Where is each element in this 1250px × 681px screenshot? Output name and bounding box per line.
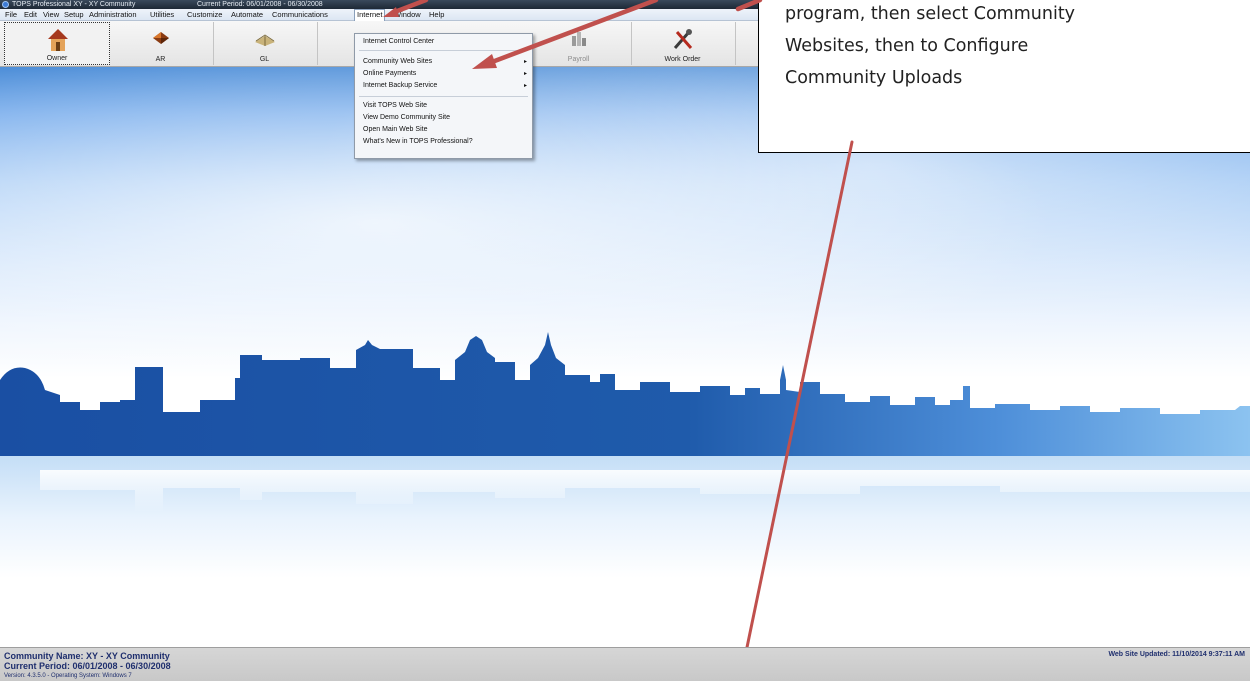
submenu-arrow-icon: ▸	[523, 83, 527, 89]
menu-help[interactable]: Help	[427, 9, 446, 21]
menu-separator	[359, 96, 528, 97]
menu-separator	[359, 50, 528, 51]
toolbar-gl-label: GL	[259, 56, 270, 63]
menu-administration[interactable]: Administration	[87, 9, 139, 21]
status-bar: Community Name: XY - XY Community Curren…	[0, 647, 1250, 681]
menu-setup[interactable]: Setup	[62, 9, 86, 21]
title-current-period: Current Period: 06/01/2008 - 06/30/2008	[197, 1, 323, 8]
menu-window[interactable]: Window	[392, 9, 423, 21]
status-version: Version: 4.3.5.0 - Operating System: Win…	[4, 673, 132, 679]
menu-item-online-payments[interactable]: Online Payments	[363, 70, 416, 77]
ar-diamond-icon	[153, 32, 169, 44]
toolbar-owner-label: Owner	[46, 55, 68, 62]
menu-file[interactable]: File	[3, 9, 19, 21]
internet-menu-dropdown: Internet Control Center Community Web Si…	[354, 33, 533, 159]
menu-item-visit-tops-web-site[interactable]: Visit TOPS Web Site	[363, 102, 427, 109]
callout-line: Websites, then to Configure	[785, 36, 1029, 56]
payroll-icon	[572, 32, 586, 46]
menu-communications[interactable]: Communications	[270, 9, 330, 21]
menu-customize[interactable]: Customize	[185, 9, 224, 21]
status-current-period: Current Period: 06/01/2008 - 06/30/2008	[4, 661, 171, 671]
app-logo-icon	[2, 1, 9, 8]
menu-edit[interactable]: Edit	[22, 9, 39, 21]
menu-item-whats-new[interactable]: What's New in TOPS Professional?	[363, 138, 473, 145]
instruction-callout-box: program, then select Community Websites,…	[758, 0, 1250, 153]
work-order-tools-icon	[673, 29, 693, 49]
toolbar-ar-label: AR	[155, 56, 166, 63]
menu-item-community-web-sites[interactable]: Community Web Sites	[363, 58, 432, 65]
toolbar-payroll-label: Payroll	[567, 56, 590, 63]
toolbar-work-order-label: Work Order	[664, 56, 701, 63]
toolbar-gl-button[interactable]: GL	[212, 22, 318, 65]
status-web-site-updated: Web Site Updated: 11/10/2014 9:37:11 AM	[1108, 651, 1245, 658]
menu-internet[interactable]: Internet	[354, 9, 386, 21]
menu-utilities[interactable]: Utilities	[148, 9, 176, 21]
toolbar-owner-button[interactable]: Owner	[4, 22, 110, 65]
owner-house-icon	[48, 29, 68, 51]
callout-line: program, then select Community	[785, 4, 1076, 24]
window-title: TOPS Professional XY - XY Community	[12, 1, 136, 8]
submenu-arrow-icon: ▸	[523, 59, 527, 65]
menu-view[interactable]: View	[41, 9, 61, 21]
menu-automate[interactable]: Automate	[229, 9, 265, 21]
menu-item-internet-control-center[interactable]: Internet Control Center	[363, 38, 434, 45]
status-community-name: Community Name: XY - XY Community	[4, 651, 170, 661]
menu-item-internet-backup-service[interactable]: Internet Backup Service	[363, 82, 437, 89]
gl-book-icon	[255, 34, 275, 46]
callout-line: Community Uploads	[785, 68, 963, 88]
toolbar-payroll-button[interactable]: Payroll	[526, 22, 632, 65]
menu-item-view-demo-community-site[interactable]: View Demo Community Site	[363, 114, 450, 121]
submenu-arrow-icon: ▸	[523, 71, 527, 77]
toolbar-work-order-button[interactable]: Work Order	[630, 22, 736, 65]
toolbar-ar-button[interactable]: AR	[108, 22, 214, 65]
menu-item-open-main-web-site[interactable]: Open Main Web Site	[363, 126, 427, 133]
